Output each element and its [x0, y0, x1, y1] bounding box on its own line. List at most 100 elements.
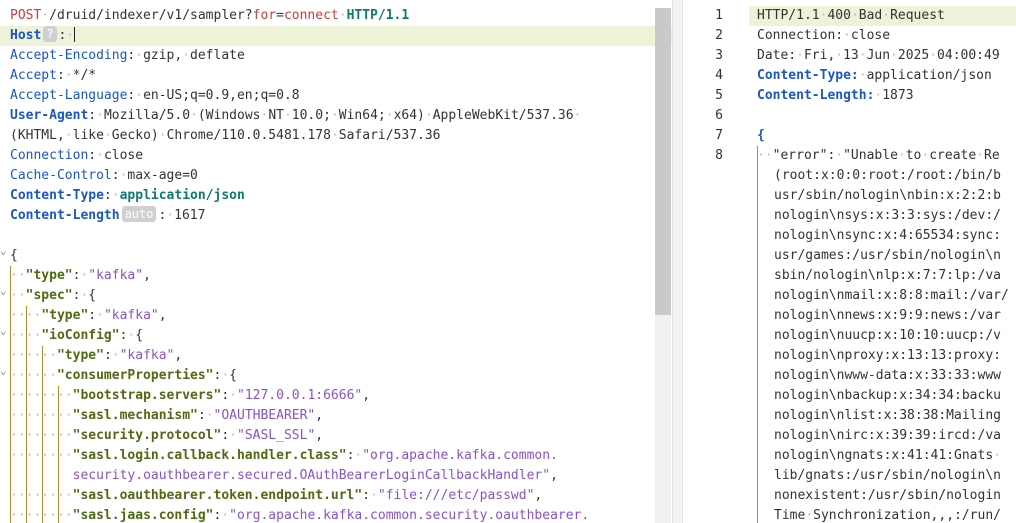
code-token: like [72, 128, 104, 143]
request-line[interactable]: { [0, 246, 672, 266]
response-line: nologin\nnews:x:9:9:news:/var [683, 306, 1016, 326]
code-token: { [10, 248, 18, 263]
request-line[interactable] [0, 226, 672, 246]
response-line-text: nologin\nsys:x:3:3:sys:/dev:/ [774, 206, 1001, 226]
header-badge[interactable]: ? [43, 26, 57, 42]
fold-chevron-icon[interactable]: ⌄ [0, 284, 8, 297]
code-token: · [850, 8, 859, 23]
code-token: Accept-Encoding [10, 48, 128, 63]
response-line-text: lib/gnats:/usr/sbin/nologin\n [774, 466, 1001, 486]
code-token: deflate [190, 48, 245, 63]
code-token: · [64, 128, 73, 143]
request-line[interactable]: (KHTML,·like·Gecko)·Chrome/110.0.5481.17… [0, 126, 672, 146]
code-token: Connection: [757, 28, 844, 43]
fold-chevron-icon[interactable]: ⌄ [0, 324, 8, 337]
code-token: : [88, 108, 97, 123]
request-line[interactable]: ······"consumerProperties":·{ [0, 366, 672, 386]
response-line-text: nologin\nirc:x:39:39:ircd:/va [774, 426, 1001, 446]
request-scrollbar-thumb[interactable] [655, 8, 671, 315]
code-token: "kafka" [88, 268, 144, 283]
code-token: · [929, 48, 938, 63]
code-token: sbin/nologin\nlp:x:7:7:lp:/va [774, 268, 1001, 283]
code-token: : [221, 388, 230, 403]
code-token: : [197, 408, 206, 423]
fold-chevron-icon[interactable]: ⌄ [0, 244, 8, 257]
request-line[interactable]: ········"sasl.oauthbearer.token.endpoint… [0, 486, 672, 506]
code-token: · [64, 68, 73, 83]
request-line[interactable]: ··"spec":·{ [0, 286, 672, 306]
code-token: , [143, 268, 151, 283]
code-token: · [330, 108, 339, 123]
response-line: 2 Connection:·close [683, 26, 1016, 46]
code-token: Re [984, 148, 1000, 163]
response-line: nologin\nirc:x:39:39:ircd:/va [683, 426, 1016, 446]
request-line-text: Host?:· [10, 26, 76, 46]
request-line[interactable]: Accept:·*/* [0, 66, 672, 86]
request-line[interactable]: ········"sasl.jaas.config":·"org.apache.… [0, 506, 672, 523]
code-token: · [843, 28, 851, 43]
response-line-text: nologin\nnews:x:9:9:news:/var [774, 306, 1001, 326]
request-line[interactable]: Content-Length auto:·1617 [0, 206, 672, 226]
code-token: nologin\nmail:x:8:8:mail:/var/ [774, 288, 1009, 303]
request-line[interactable]: ······"type":·"kafka", [0, 346, 672, 366]
code-token: 13 [843, 48, 859, 63]
request-line[interactable]: ········"security.protocol":·"SASL_SSL", [0, 426, 672, 446]
request-line-text: Accept-Encoding:·gzip,·deflate [10, 46, 245, 66]
response-line: nologin\nsync:x:4:65534:sync: [683, 226, 1016, 246]
request-line[interactable]: ········"sasl.login.callback.handler.cla… [0, 446, 672, 466]
code-token: : [103, 348, 112, 363]
request-line[interactable]: ····"ioConfig":·{ [0, 326, 672, 346]
response-line-text: nologin\ngnats:x:41:41:Gnats· [774, 446, 1001, 466]
response-line: nologin\nmail:x:8:8:mail:/var/ [683, 286, 1016, 306]
line-number: 1 [715, 8, 723, 23]
code-token: HTTP/1.1 [757, 8, 820, 23]
code-token: · [882, 8, 891, 23]
pane-splitter[interactable] [672, 0, 683, 523]
request-line-text: Accept:·*/* [10, 66, 96, 86]
code-token: · [166, 208, 175, 223]
code-token: "consumerProperties" [56, 368, 214, 383]
request-line[interactable]: POST·/druid/indexer/v1/sampler?for=conne… [0, 6, 672, 26]
request-line[interactable]: Accept-Encoding:·gzip,·deflate [0, 46, 672, 66]
request-line-text: Accept-Language:·en-US;q=0.9,en;q=0.8 [10, 86, 300, 106]
request-line[interactable]: security.oauthbearer.secured.OAuthBearer… [0, 466, 672, 486]
code-token: (root:x:0:0:root:/root:/bin/b [774, 168, 1001, 183]
request-line[interactable]: Content-Type:·application/json [0, 186, 672, 206]
fold-chevron-icon[interactable]: ⌄ [0, 364, 8, 377]
code-token: ·· [757, 148, 773, 163]
request-line[interactable]: Accept-Language:·en-US;q=0.9,en;q=0.8 [0, 86, 672, 106]
request-line[interactable]: ····"type":·"kafka", [0, 306, 672, 326]
line-number: 7 [715, 128, 723, 143]
response-line: 5 Content-Length:·1873 [683, 86, 1016, 106]
code-token: "bootstrap.servers" [72, 388, 222, 403]
response-viewer[interactable]: 1 HTTP/1.1·400·Bad·Request 2 Connection:·cl… [683, 0, 1016, 523]
code-token: (Windows [197, 108, 261, 123]
line-number: 8 [715, 148, 723, 163]
header-badge[interactable]: auto [121, 206, 157, 222]
response-line-text: nologin\nbackup:x:34:34:backu [774, 386, 1001, 406]
code-token: · [41, 8, 50, 23]
code-token: POST [10, 8, 42, 23]
request-line[interactable]: ··"type":·"kafka", [0, 266, 672, 286]
code-token: "type" [41, 308, 89, 323]
request-line[interactable]: User-Agent:·Mozilla/5.0·(Windows·NT·10.0… [0, 106, 672, 126]
response-line-text: Content-Length:·1873 [757, 86, 914, 106]
request-line-text: ····"ioConfig":·{ [10, 326, 143, 346]
code-token: · [330, 128, 339, 143]
response-line: lib/gnats:/usr/sbin/nologin\n [683, 466, 1016, 486]
code-token: "type" [56, 348, 104, 363]
code-token: · [890, 48, 898, 63]
code-token: max-age=0 [127, 168, 198, 183]
response-line-text: HTTP/1.1·400·Bad·Request [757, 6, 945, 26]
request-line[interactable]: Host?:· [0, 26, 672, 46]
code-token: · [111, 188, 120, 203]
request-editor[interactable]: POST·/druid/indexer/v1/sampler?for=conne… [0, 0, 672, 523]
request-line[interactable]: Connection:·close [0, 146, 672, 166]
code-token: User-Agent [10, 108, 89, 123]
response-line-text: nonexistent:/usr/sbin/nologin [774, 486, 1001, 506]
request-line[interactable]: Cache-Control:·max-age=0 [0, 166, 672, 186]
request-line-text: ······"consumerProperties":·{ [10, 366, 237, 386]
request-line[interactable]: ········"sasl.mechanism":·"OAUTHBEARER", [0, 406, 672, 426]
request-line[interactable]: ········"bootstrap.servers":·"127.0.0.1:… [0, 386, 672, 406]
response-line: 4 Content-Type:·application/json [683, 66, 1016, 86]
